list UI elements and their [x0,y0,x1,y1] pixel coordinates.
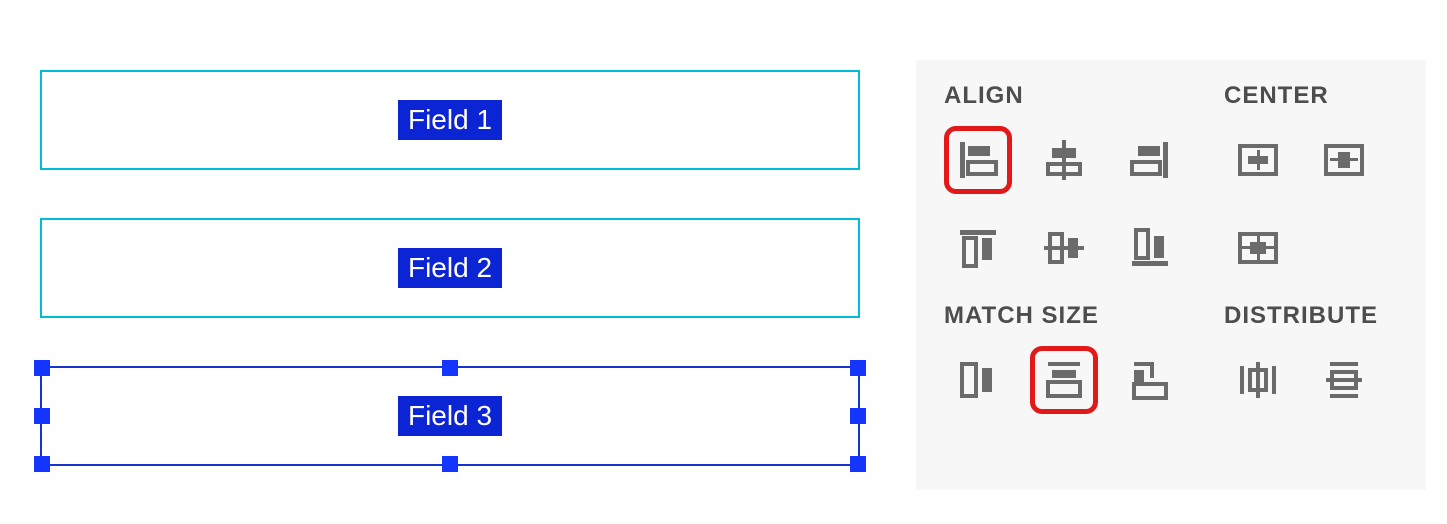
resize-handle-mr[interactable] [850,408,866,424]
resize-handle-ml[interactable] [34,408,50,424]
distribute-vertical-button[interactable] [1310,346,1378,414]
match-width-icon [956,358,1000,402]
center-horizontal-button[interactable] [1224,126,1292,194]
align-middle-vertical-button[interactable] [1030,214,1098,282]
match-both-button[interactable] [1116,346,1184,414]
distribute-horizontal-button[interactable] [1224,346,1292,414]
align-top-icon [956,226,1000,270]
align-left-button[interactable] [944,126,1012,194]
resize-handle-br[interactable] [850,456,866,472]
distribute-vertical-icon [1322,358,1366,402]
field-1-label: Field 1 [398,100,502,140]
resize-handle-bc[interactable] [442,456,458,472]
resize-handle-tc[interactable] [442,360,458,376]
field-3-label: Field 3 [398,396,502,436]
field-2-label: Field 2 [398,248,502,288]
center-horizontal-icon [1236,138,1280,182]
align-left-icon [956,138,1000,182]
align-right-icon [1128,138,1172,182]
match-width-button[interactable] [944,346,1012,414]
center-both-icon [1236,226,1280,270]
resize-handle-bl[interactable] [34,456,50,472]
match-height-icon [1042,358,1086,402]
match-title: MATCH SIZE [944,302,1224,330]
center-both-button[interactable] [1224,214,1292,282]
resize-handle-tr[interactable] [850,360,866,376]
align-bottom-icon [1128,226,1172,270]
align-center-horizontal-icon [1042,138,1086,182]
design-canvas[interactable]: Field 1 Field 2 Field 3 [40,70,860,514]
distribute-horizontal-icon [1236,358,1280,402]
layout-panel: ALIGN [916,60,1426,490]
distribute-title: DISTRIBUTE [1224,302,1378,330]
resize-handle-tl[interactable] [34,360,50,376]
align-bottom-button[interactable] [1116,214,1184,282]
field-3-selected[interactable]: Field 3 [40,366,860,466]
center-title: CENTER [1224,82,1378,110]
align-section: ALIGN [944,82,1224,302]
center-vertical-icon [1322,138,1366,182]
align-right-button[interactable] [1116,126,1184,194]
center-section: CENTER [1224,82,1378,302]
match-size-section: MATCH SIZE [944,302,1224,434]
distribute-section: DISTRIBUTE [1224,302,1378,434]
align-title: ALIGN [944,82,1224,110]
align-top-button[interactable] [944,214,1012,282]
match-both-icon [1128,358,1172,402]
align-middle-vertical-icon [1042,226,1086,270]
align-center-horizontal-button[interactable] [1030,126,1098,194]
field-1[interactable]: Field 1 [40,70,860,170]
field-2[interactable]: Field 2 [40,218,860,318]
center-vertical-button[interactable] [1310,126,1378,194]
match-height-button[interactable] [1030,346,1098,414]
